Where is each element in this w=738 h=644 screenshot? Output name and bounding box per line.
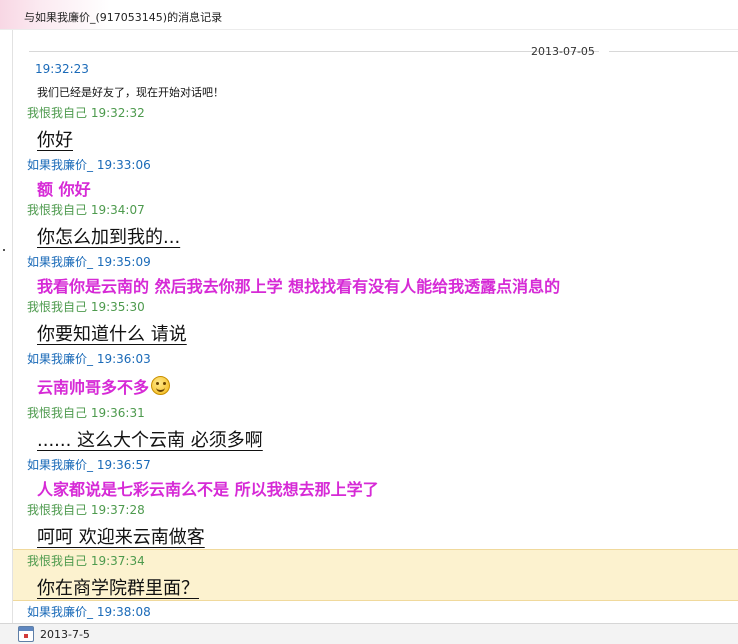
- system-message-text: 我们已经是好友了，现在开始对话吧！: [37, 86, 224, 99]
- message-header: 如果我廉价_ 19:38:08: [27, 605, 151, 619]
- message-item: 如果我廉价_ 19:36:57 人家都说是七彩云南么不是 所以我想去那上学了: [13, 454, 738, 499]
- message-text: 你要知道什么 请说: [37, 324, 187, 345]
- system-message: 19:32:23 我们已经是好友了，现在开始对话吧！: [13, 60, 738, 100]
- message-header: 如果我廉价_ 19:36:57: [27, 458, 151, 472]
- message-text: 你好: [37, 130, 73, 151]
- window-title: 与如果我廉价_(917053145)的消息记录: [24, 11, 223, 24]
- message-time: 19:32:23: [35, 62, 89, 76]
- message-header: 如果我廉价_ 19:33:06: [27, 158, 151, 172]
- calendar-icon[interactable]: [18, 626, 34, 642]
- message-body: 云南帅哥多不多: [37, 374, 171, 398]
- message-header: 我恨我自己 19:36:31: [27, 406, 145, 420]
- message-header: 我恨我自己 19:34:07: [27, 203, 145, 217]
- message-history-pane[interactable]: 2013-07-05 19:32:23 我们已经是好友了，现在开始对话吧！ 我恨…: [12, 30, 738, 623]
- message-item-selected[interactable]: 我恨我自己 19:37:34 你在商学院群里面？: [13, 549, 738, 601]
- message-text: 呵呵 欢迎来云南做客: [37, 527, 205, 548]
- message-item: 我恨我自己 19:36:31 ...... 这么大个云南 必须多啊: [13, 402, 738, 454]
- smiley-icon: [151, 376, 171, 395]
- message-text: 人家都说是七彩云南么不是 所以我想去那上学了: [37, 480, 379, 499]
- window-title-bar: 与如果我廉价_(917053145)的消息记录: [0, 0, 738, 30]
- status-date: 2013-7-5: [40, 628, 90, 641]
- message-header: 我恨我自己 19:37:34: [27, 554, 145, 568]
- divider-line: [609, 51, 738, 52]
- message-item: 我恨我自己 19:34:07 你怎么加到我的...: [13, 199, 738, 251]
- message-text: 云南帅哥多不多: [37, 378, 150, 397]
- message-item: 如果我廉价_ 19:38:08: [13, 601, 738, 623]
- message-text: ...... 这么大个云南 必须多啊: [37, 430, 263, 451]
- message-item: 我恨我自己 19:37:28 呵呵 欢迎来云南做客: [13, 499, 738, 549]
- message-header: 我恨我自己 19:32:32: [27, 106, 145, 120]
- status-bar: 2013-7-5: [0, 623, 738, 644]
- message-text: 我看你是云南的 然后我去你那上学 想找找看有没有人能给我透露点消息的: [37, 277, 561, 296]
- message-item: 我恨我自己 19:35:30 你要知道什么 请说: [13, 296, 738, 348]
- message-item: 我恨我自己 19:32:32 你好: [13, 102, 738, 154]
- message-header: 我恨我自己 19:35:30: [27, 300, 145, 314]
- message-item: 如果我廉价_ 19:36:03 云南帅哥多不多: [13, 348, 738, 402]
- message-text: 你在商学院群里面？: [37, 578, 199, 599]
- message-header: 如果我廉价_ 19:36:03: [27, 352, 151, 366]
- resize-handle-dot: [3, 249, 5, 251]
- date-divider-label: 2013-07-05: [531, 45, 595, 58]
- message-item: 如果我廉价_ 19:35:09 我看你是云南的 然后我去你那上学 想找找看有没有…: [13, 251, 738, 296]
- message-item: 如果我廉价_ 19:33:06 额 你好: [13, 154, 738, 199]
- date-divider: 2013-07-05: [29, 45, 738, 59]
- message-text: 额 你好: [37, 180, 91, 199]
- message-header: 如果我廉价_ 19:35:09: [27, 255, 151, 269]
- message-text: 你怎么加到我的...: [37, 227, 181, 248]
- divider-line: [29, 51, 599, 52]
- message-header: 我恨我自己 19:37:28: [27, 503, 145, 517]
